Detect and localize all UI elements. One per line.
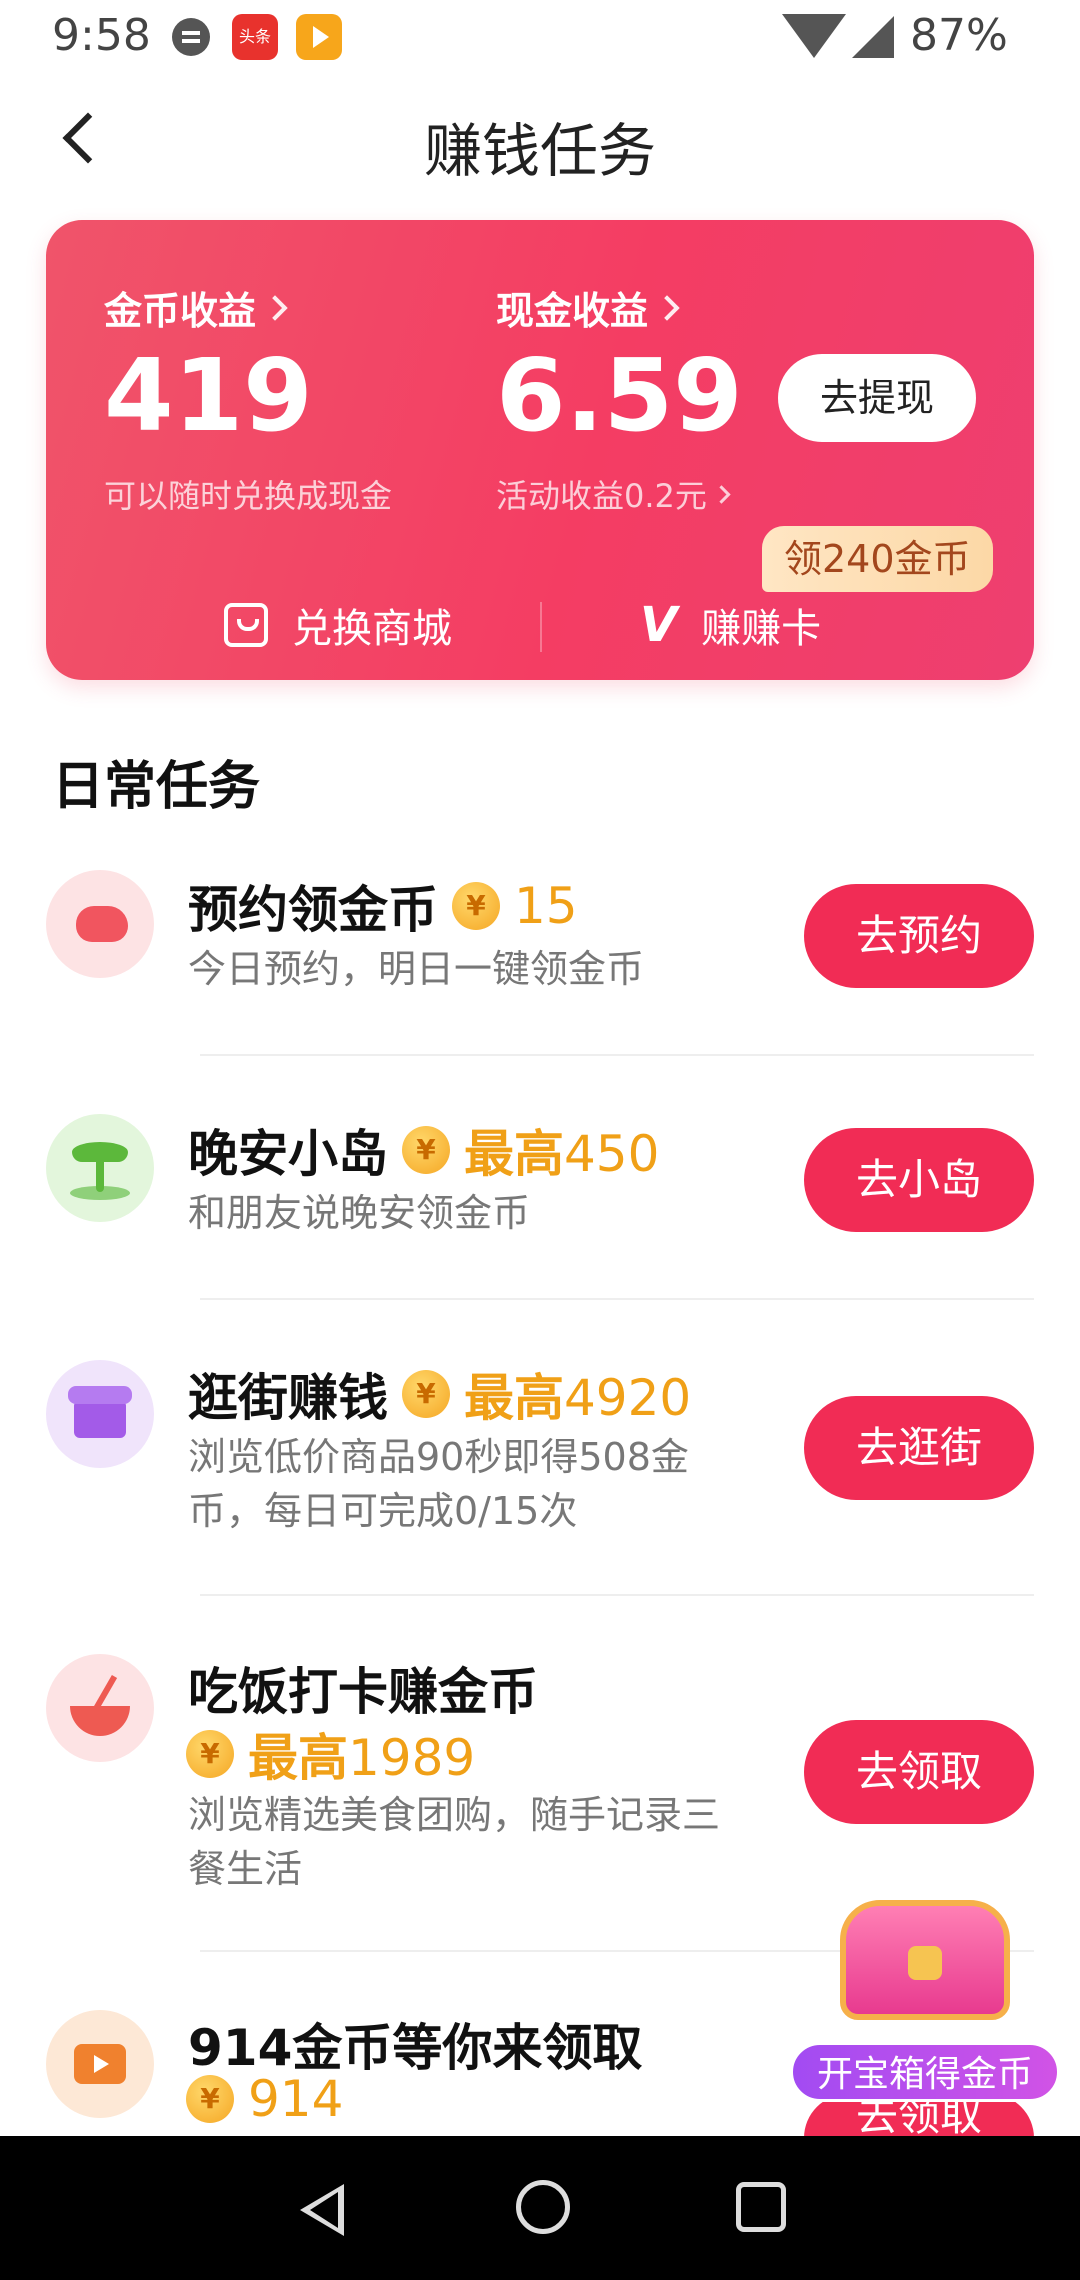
piggy-bank-icon — [46, 870, 154, 978]
cash-earnings-value: 6.59 — [496, 337, 743, 454]
task-name: 吃饭打卡赚金币 — [188, 1663, 538, 1721]
coin-icon: ¥ — [186, 2075, 234, 2123]
coin-earnings[interactable]: 金币收益 419 可以随时兑换成现金 — [104, 280, 392, 517]
task-title: 吃饭打卡赚金币 — [188, 1652, 538, 1724]
task-reward: 最高4920 — [464, 1358, 691, 1430]
status-bar: 9:58 头条 87% — [0, 0, 1080, 80]
claim-button[interactable]: 去领取 — [804, 1720, 1034, 1824]
nav-back-icon[interactable] — [300, 2184, 344, 2236]
nav-recents-icon[interactable] — [736, 2182, 786, 2232]
top-bar: 赚钱任务 — [0, 90, 1080, 200]
battery-level: 87% — [910, 10, 1008, 61]
task-reward-row: ¥ 914 — [186, 2070, 343, 2128]
card-actions: 兑换商城 V 赚赚卡 — [46, 580, 1034, 670]
earnings-card: 金币收益 419 可以随时兑换成现金 现金收益 6.59 活动收益0.2元 去提… — [46, 220, 1034, 680]
reward-prefix: 最高 — [464, 1369, 564, 1427]
signal-icon — [852, 16, 894, 58]
coin-earnings-value: 419 — [104, 337, 313, 454]
reward-prefix: 最高 — [464, 1125, 564, 1183]
reward-amount: 4920 — [564, 1369, 692, 1427]
reward-amount: 1989 — [348, 1729, 476, 1787]
cash-earnings-label-text: 现金收益 — [496, 289, 649, 333]
treasure-chest-icon — [840, 1900, 1010, 2020]
task-description: 浏览精选美食团购，随手记录三餐生活 — [188, 1793, 721, 1891]
coin-icon: ¥ — [452, 882, 500, 930]
reward-amount: 15 — [514, 877, 578, 935]
coin-earnings-label-text: 金币收益 — [104, 289, 257, 333]
task-reward: 15 — [514, 877, 578, 935]
earn-card-label: 赚赚卡 — [701, 606, 822, 652]
withdraw-button[interactable]: 去提现 — [778, 354, 976, 442]
coin-icon: ¥ — [402, 1370, 450, 1418]
shop-icon — [46, 1360, 154, 1468]
tv-icon — [46, 2010, 154, 2118]
divider — [200, 1054, 1034, 1056]
treasure-chest-label: 开宝箱得金币 — [790, 2042, 1060, 2102]
task-name: 预约领金币 — [188, 881, 438, 939]
task-reward-row: ¥ 最高1989 — [186, 1718, 475, 1790]
go-shopping-button[interactable]: 去逛街 — [804, 1396, 1034, 1500]
island-icon — [46, 1114, 154, 1222]
task-title: 晚安小岛 ¥ 最高450 — [188, 1114, 659, 1186]
reward-amount: 450 — [564, 1125, 660, 1183]
shopping-bag-icon — [224, 603, 268, 647]
task-reward: 914 — [248, 2070, 343, 2128]
task-name: 晚安小岛 — [188, 1125, 388, 1183]
task-description: 和朋友说晚安领金币 — [188, 1191, 531, 1235]
earn-card-link[interactable]: V 赚赚卡 — [640, 580, 821, 670]
wifi-icon — [782, 14, 846, 58]
divider — [200, 1594, 1034, 1596]
coin-earnings-subtitle-text: 可以随时兑换成现金 — [104, 477, 393, 515]
toutiao-app-icon: 头条 — [232, 14, 278, 60]
page-title: 赚钱任务 — [423, 117, 656, 185]
message-icon — [172, 18, 210, 56]
system-nav-bar — [0, 2136, 1080, 2280]
coin-earnings-label: 金币收益 — [104, 280, 392, 335]
task-reward: 最高450 — [464, 1114, 659, 1186]
exchange-shop-label: 兑换商城 — [292, 606, 452, 652]
v-card-icon: V — [640, 597, 678, 653]
exchange-shop-link[interactable]: 兑换商城 — [224, 580, 452, 670]
bowl-icon — [46, 1654, 154, 1762]
cash-earnings[interactable]: 现金收益 6.59 活动收益0.2元 — [496, 280, 743, 517]
nav-home-icon[interactable] — [516, 2180, 570, 2234]
task-title: 预约领金币 ¥ 15 — [188, 870, 578, 942]
reserve-button[interactable]: 去预约 — [804, 884, 1034, 988]
go-island-button[interactable]: 去小岛 — [804, 1128, 1034, 1232]
divider — [540, 602, 542, 652]
activity-earnings-link[interactable]: 活动收益0.2元 — [496, 471, 743, 517]
divider — [200, 1298, 1034, 1300]
coin-icon: ¥ — [402, 1126, 450, 1174]
video-app-icon — [296, 14, 342, 60]
task-description: 今日预约，明日一键领金币 — [188, 947, 645, 991]
task-reward: 最高1989 — [248, 1718, 475, 1790]
activity-earnings-text: 活动收益0.2元 — [496, 477, 707, 515]
chevron-right-icon — [262, 294, 288, 321]
chevron-right-icon — [654, 294, 680, 321]
task-title: 逛街赚钱 ¥ 最高4920 — [188, 1358, 691, 1430]
treasure-chest-widget[interactable]: 开宝箱得金币 — [790, 1900, 1060, 2102]
task-name: 逛街赚钱 — [188, 1369, 388, 1427]
coin-icon: ¥ — [186, 1730, 234, 1778]
coin-earnings-subtitle: 可以随时兑换成现金 — [104, 471, 392, 517]
status-time: 9:58 — [52, 10, 151, 61]
reward-amount: 914 — [248, 2070, 344, 2128]
cash-earnings-label: 现金收益 — [496, 280, 743, 335]
task-description: 浏览低价商品90秒即得508金币，每日可完成0/15次 — [188, 1435, 689, 1533]
reward-badge[interactable]: 领240金币 — [762, 526, 993, 592]
daily-tasks-heading: 日常任务 — [52, 757, 261, 817]
reward-prefix: 最高 — [248, 1729, 348, 1787]
chevron-right-icon — [712, 484, 731, 504]
